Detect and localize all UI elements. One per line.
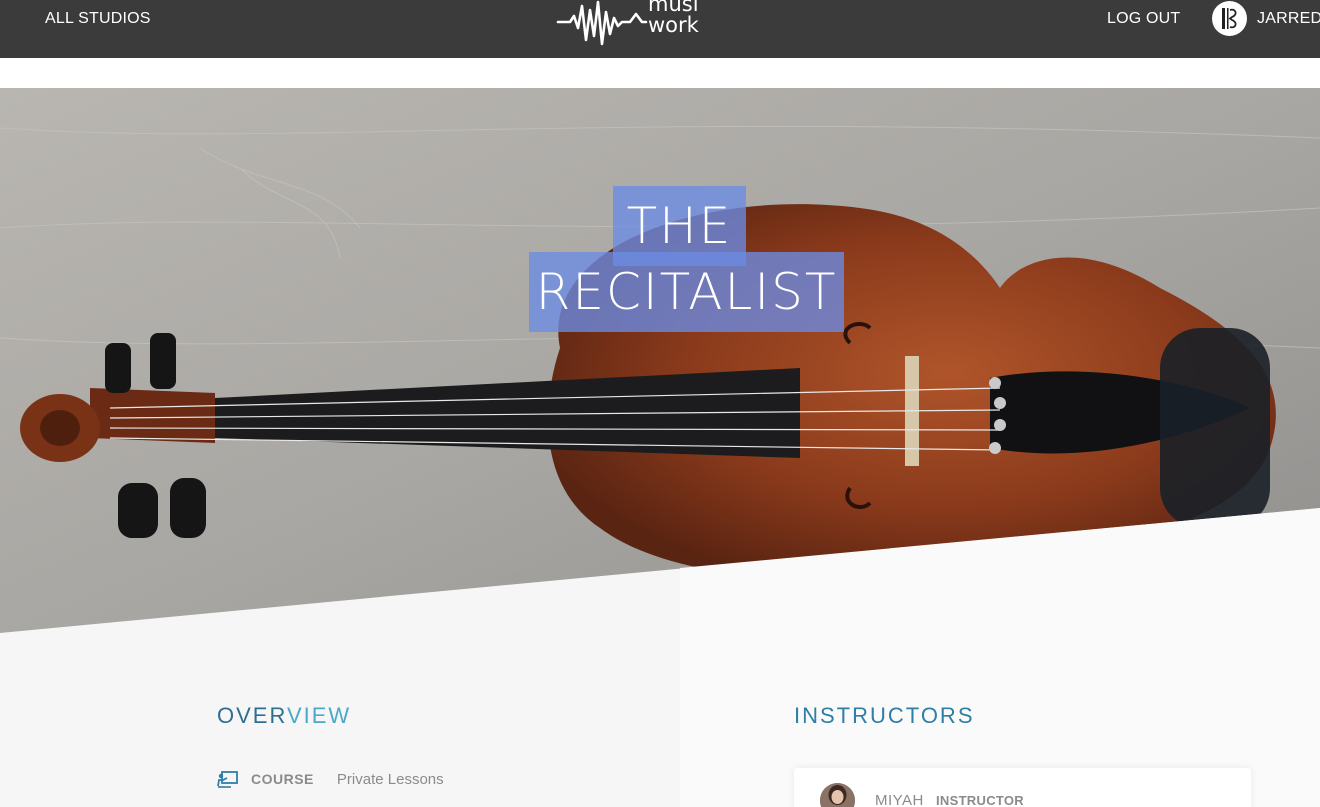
instructor-card[interactable]: MIYAH INSTRUCTOR <box>794 768 1251 807</box>
user-avatar[interactable] <box>1212 1 1247 36</box>
logo-wordmark: musi work <box>648 0 699 36</box>
user-name-link[interactable]: JARRED <box>1257 10 1320 28</box>
musiwork-logo-waveform[interactable] <box>556 0 731 48</box>
instructor-role: INSTRUCTOR <box>936 793 1024 807</box>
violin-hero-image <box>0 88 1320 648</box>
instructor-photo-icon <box>820 783 855 807</box>
course-row: COURSE Private Lessons <box>217 768 444 790</box>
instructors-heading: INSTRUCTORS <box>794 703 975 728</box>
overview-heading: OVERVIEW <box>217 703 351 729</box>
overview-heading-part-1: OVER <box>217 703 287 728</box>
course-value: Private Lessons <box>336 770 444 788</box>
hero-banner <box>0 88 1320 648</box>
instructor-name: MIYAH <box>875 792 924 807</box>
logout-link[interactable]: LOG OUT <box>1107 10 1180 28</box>
instructor-avatar <box>820 783 855 807</box>
alto-clef-avatar-icon <box>1222 8 1237 29</box>
teacher-board-icon <box>217 771 238 788</box>
course-label: COURSE <box>251 771 314 787</box>
overview-heading-part-2: VIEW <box>286 703 352 728</box>
all-studios-link[interactable]: ALL STUDIOS <box>45 10 151 28</box>
hero-title-line-2: RECITALIST <box>529 252 844 332</box>
logo-line-2: work <box>648 13 699 37</box>
top-nav-bar: ALL STUDIOS musi work LOG OUT JARRED <box>0 0 1320 58</box>
